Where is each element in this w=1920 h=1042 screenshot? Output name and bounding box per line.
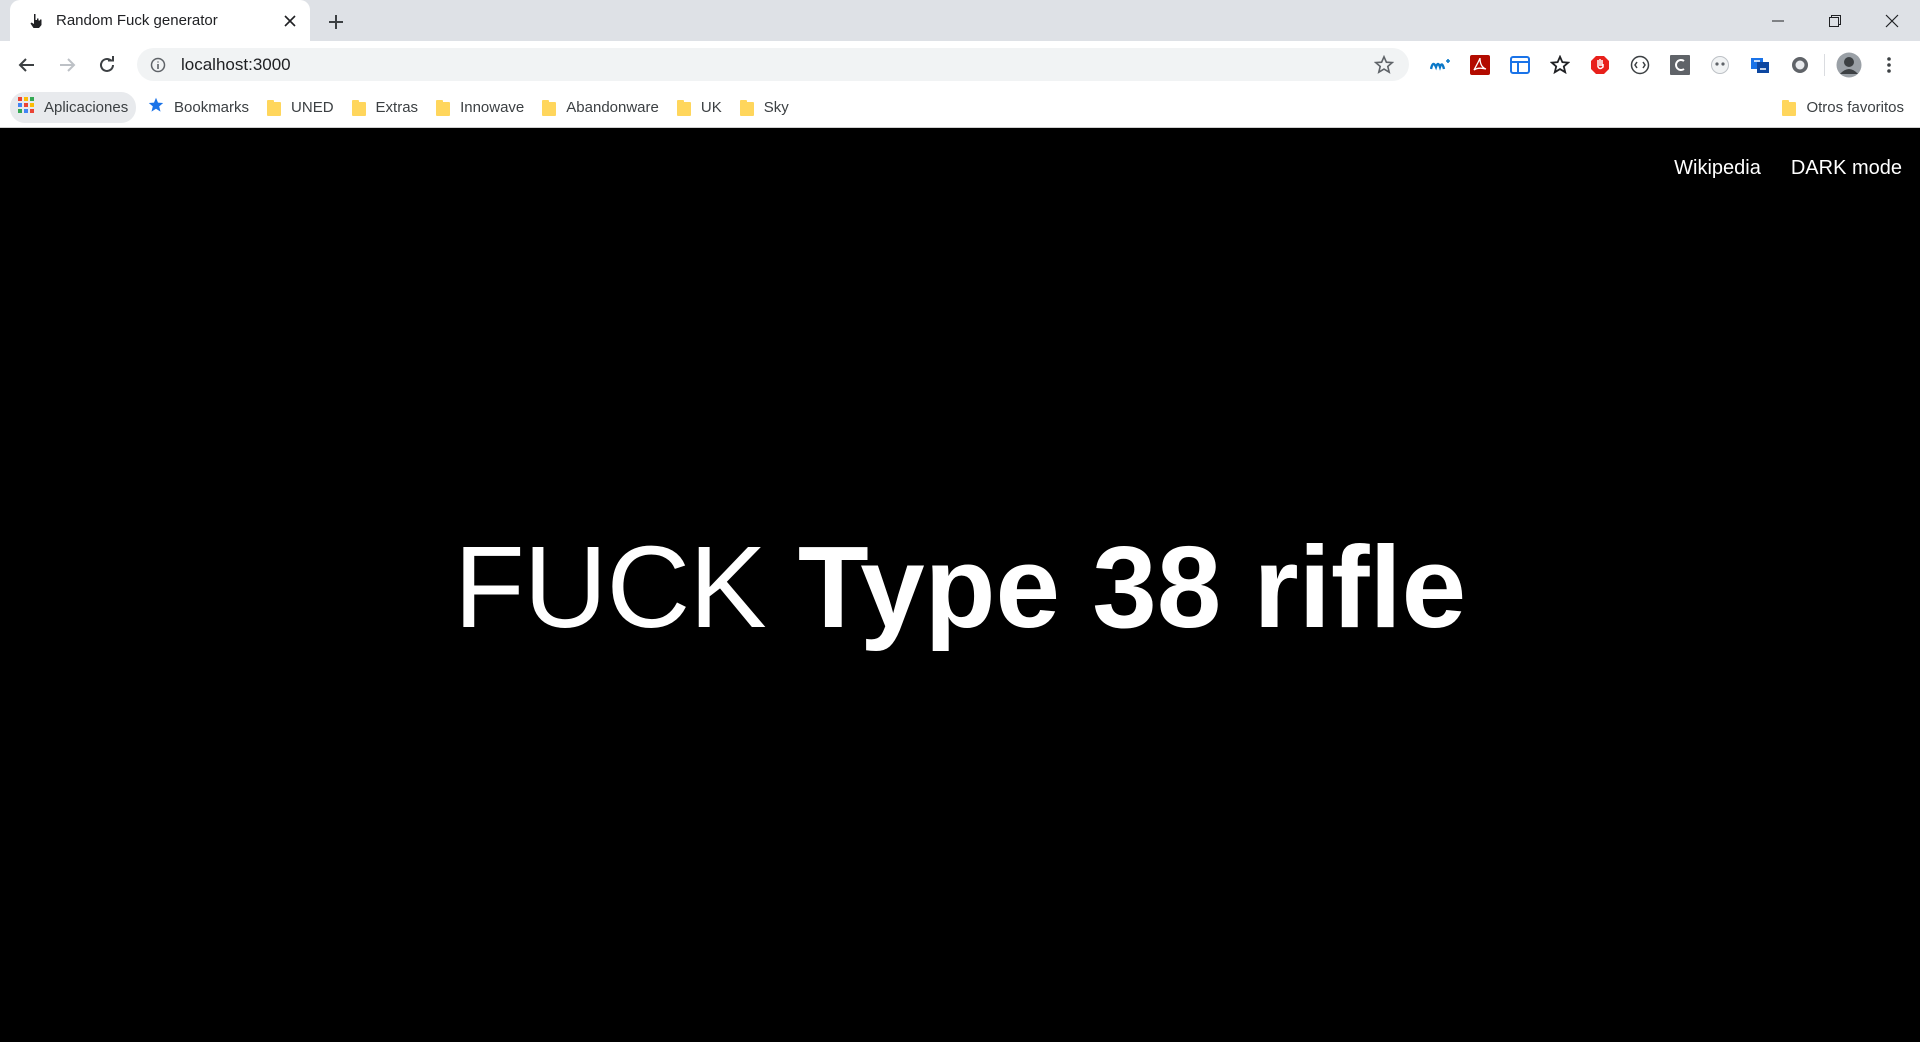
apps-grid-icon [18, 97, 34, 118]
title-bar: Random Fuck generator [0, 0, 1920, 41]
c-icon[interactable] [1660, 48, 1700, 82]
tab-close-icon[interactable] [278, 9, 302, 33]
bookmark-label: UK [700, 99, 722, 116]
circle-icon[interactable] [1780, 48, 1820, 82]
apps-label: Aplicaciones [44, 99, 129, 116]
tab-title: Random Fuck generator [56, 12, 218, 29]
star-icon [148, 97, 164, 118]
browser-tab[interactable]: Random Fuck generator [10, 0, 310, 41]
address-bar[interactable]: localhost:3000 [137, 48, 1409, 81]
wikipedia-link[interactable]: Wikipedia [1674, 157, 1761, 180]
other-bookmarks-label: Otros favoritos [1806, 99, 1904, 116]
folder-icon [739, 99, 754, 116]
extensions-area [1420, 48, 1909, 82]
code-icon[interactable] [1620, 48, 1660, 82]
bookmarks-bar: Aplicaciones Bookmarks UNED Extras Innow… [0, 88, 1920, 128]
folder-icon [1782, 99, 1797, 116]
close-window-button[interactable] [1863, 0, 1920, 41]
headline-prefix: FUCK [453, 522, 767, 652]
bookmark-folder[interactable]: Extras [351, 92, 431, 123]
bookmark-label: Abandonware [566, 99, 659, 116]
acrobat-icon[interactable] [1460, 48, 1500, 82]
panda-icon[interactable] [1700, 48, 1740, 82]
star-icon[interactable] [1540, 48, 1580, 82]
apps-shortcut[interactable]: Aplicaciones [10, 92, 137, 123]
translate-icon[interactable] [1500, 48, 1540, 82]
bookmark-folder[interactable]: Innowave [436, 92, 536, 123]
folder-icon [267, 99, 282, 116]
headline-subject: Type 38 rifle [797, 522, 1467, 652]
bookmark-folder[interactable]: UNED [267, 92, 346, 123]
headline: FUCK Type 38 rifle [0, 529, 1920, 645]
url-text: localhost:3000 [181, 54, 291, 74]
bookmark-folder[interactable]: Sky [739, 92, 801, 123]
other-bookmarks-folder[interactable]: Otros favoritos [1782, 92, 1904, 123]
translate-alt-icon[interactable] [1740, 48, 1780, 82]
page-content: Wikipedia DARK mode FUCK Type 38 rifle [0, 129, 1920, 1042]
hand-pointer-icon [28, 13, 44, 29]
dark-mode-toggle[interactable]: DARK mode [1791, 157, 1902, 180]
forward-button[interactable] [50, 48, 84, 82]
info-icon[interactable] [149, 56, 167, 74]
browser-toolbar: localhost:3000 [0, 41, 1920, 88]
new-tab-button[interactable] [322, 8, 350, 36]
folder-icon [351, 99, 366, 116]
bookmark-label: Sky [763, 99, 789, 116]
bookmark-label: Innowave [460, 99, 525, 116]
movistar-icon[interactable] [1420, 48, 1460, 82]
page-nav: Wikipedia DARK mode [1674, 157, 1902, 180]
adblock-icon[interactable] [1580, 48, 1620, 82]
bookmark-item[interactable]: Bookmarks [148, 92, 261, 123]
folder-icon [436, 99, 451, 116]
reload-button[interactable] [90, 48, 124, 82]
bookmark-label: Extras [375, 99, 419, 116]
back-button[interactable] [10, 48, 44, 82]
bookmark-star-icon[interactable] [1373, 54, 1395, 76]
folder-icon [676, 99, 691, 116]
bookmark-folder[interactable]: UK [676, 92, 734, 123]
profile-avatar[interactable] [1829, 48, 1869, 82]
bookmark-list: Bookmarks UNED Extras Innowave Abandonwa… [148, 92, 801, 123]
bookmark-folder[interactable]: Abandonware [542, 92, 671, 123]
bookmark-label: Bookmarks [174, 99, 250, 116]
toolbar-separator [1824, 54, 1825, 76]
window-controls [1749, 0, 1920, 41]
folder-icon [542, 99, 557, 116]
menu-icon[interactable] [1869, 48, 1909, 82]
restore-button[interactable] [1806, 0, 1863, 41]
bookmark-label: UNED [291, 99, 334, 116]
minimize-button[interactable] [1749, 0, 1806, 41]
